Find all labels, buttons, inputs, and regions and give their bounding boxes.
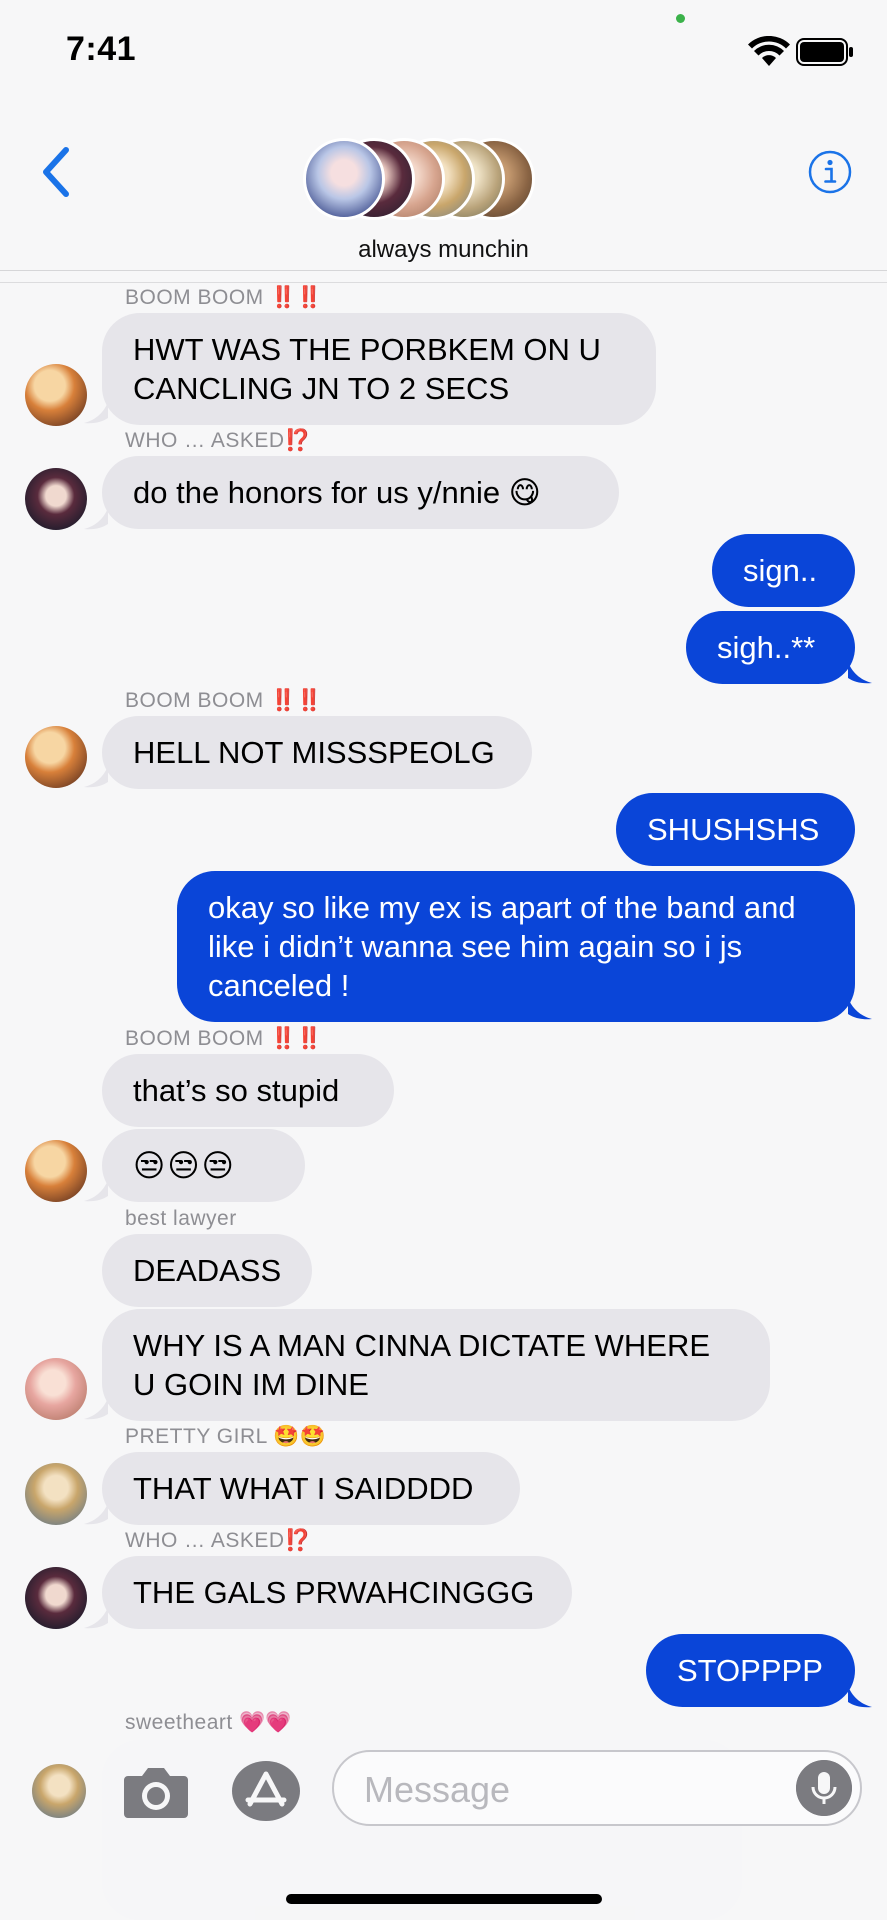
incoming-message[interactable]: that’s so stupid bbox=[102, 1054, 394, 1127]
status-time: 7:41 bbox=[66, 30, 137, 68]
incoming-message[interactable]: HWT WAS THE PORBKEM ON U CANCLING JN TO … bbox=[102, 313, 656, 425]
sender-name: BOOM BOOM ‼️‼️ bbox=[125, 286, 323, 309]
incoming-message[interactable]: HELL NOT MISSSPEOLG bbox=[102, 716, 532, 789]
incoming-message[interactable]: 😒😒😒 bbox=[102, 1129, 305, 1202]
group-name[interactable]: always munchin bbox=[0, 236, 887, 264]
status-bar: 7:41 bbox=[0, 0, 887, 100]
bubble-tail bbox=[84, 1503, 108, 1525]
outgoing-message[interactable]: sign.. bbox=[712, 534, 855, 607]
incoming-message[interactable]: do the honors for us y/nnie 😋 bbox=[102, 456, 619, 529]
bubble-tail bbox=[848, 998, 872, 1020]
group-avatar bbox=[303, 138, 385, 220]
bubble-tail bbox=[84, 402, 108, 424]
avatar[interactable] bbox=[25, 1463, 87, 1525]
info-icon[interactable] bbox=[808, 150, 852, 194]
outgoing-message[interactable]: okay so like my ex is apart of the band … bbox=[177, 871, 855, 1022]
message-placeholder: Message bbox=[364, 1769, 511, 1810]
camera-indicator-dot bbox=[676, 14, 685, 23]
sender-name: BOOM BOOM ‼️‼️ bbox=[125, 689, 323, 712]
sender-name: BOOM BOOM ‼️‼️ bbox=[125, 1027, 323, 1050]
home-indicator bbox=[286, 1894, 602, 1904]
outgoing-message[interactable]: sigh..** bbox=[686, 611, 855, 684]
wifi-icon bbox=[748, 36, 790, 66]
sender-name: sweetheart 💗💗 bbox=[125, 1711, 292, 1734]
bubble-tail bbox=[84, 1180, 108, 1202]
sender-name: WHO … ASKED⁉️ bbox=[125, 1529, 311, 1552]
avatar[interactable] bbox=[25, 364, 87, 426]
incoming-message[interactable]: THAT WHAT I SAIDDDD bbox=[102, 1452, 520, 1525]
outgoing-message[interactable]: SHUSHSHS bbox=[616, 793, 855, 866]
group-avatar-stack[interactable] bbox=[303, 138, 543, 224]
sender-name: PRETTY GIRL 🤩🤩 bbox=[125, 1425, 326, 1448]
bubble-tail bbox=[84, 1607, 108, 1629]
app-store-icon[interactable] bbox=[230, 1760, 302, 1822]
back-chevron-icon[interactable] bbox=[36, 144, 76, 200]
my-avatar[interactable] bbox=[32, 1764, 86, 1818]
bubble-tail bbox=[848, 662, 872, 684]
microphone-icon[interactable] bbox=[796, 1760, 852, 1816]
bubble-tail bbox=[84, 508, 108, 530]
conversation-header: always munchin bbox=[0, 100, 887, 271]
bubble-tail bbox=[848, 1686, 872, 1708]
avatar[interactable] bbox=[25, 1567, 87, 1629]
incoming-message[interactable]: THE GALS PRWAHCINGGG bbox=[102, 1556, 572, 1629]
avatar[interactable] bbox=[25, 726, 87, 788]
incoming-message[interactable]: WHY IS A MAN CINNA DICTATE WHERE U GOIN … bbox=[102, 1309, 770, 1421]
bubble-tail bbox=[84, 1398, 108, 1420]
bubble-tail bbox=[84, 766, 108, 788]
sender-name: WHO … ASKED⁉️ bbox=[125, 429, 311, 452]
avatar[interactable] bbox=[25, 468, 87, 530]
outgoing-message[interactable]: STOPPPP bbox=[646, 1634, 855, 1707]
camera-icon[interactable] bbox=[122, 1762, 190, 1820]
avatar[interactable] bbox=[25, 1358, 87, 1420]
message-composer: Message bbox=[0, 1740, 887, 1920]
sender-name: best lawyer bbox=[125, 1207, 237, 1230]
message-input[interactable]: Message bbox=[332, 1750, 862, 1826]
avatar[interactable] bbox=[25, 1140, 87, 1202]
battery-icon bbox=[796, 38, 853, 66]
header-divider bbox=[0, 282, 887, 283]
incoming-message[interactable]: DEADASS bbox=[102, 1234, 312, 1307]
